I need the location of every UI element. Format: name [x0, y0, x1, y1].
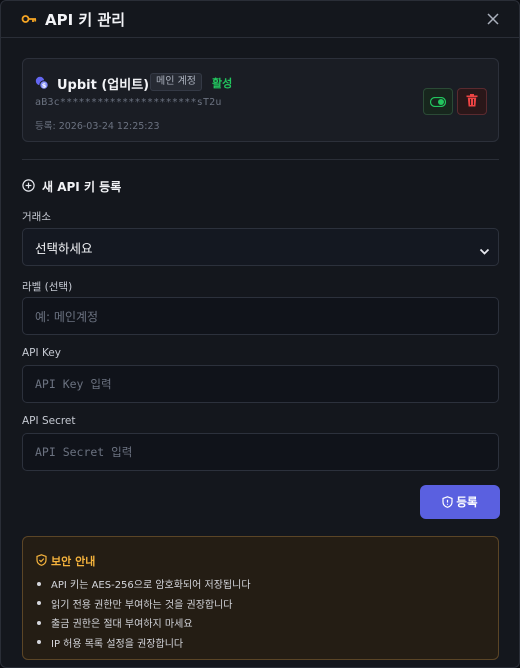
api-key-modal: API 키 관리 $ Upbit (업비트) 메인 계정 활성 aB3c****…	[0, 0, 520, 668]
registered-key-card: $ Upbit (업비트) 메인 계정 활성 aB3c*************…	[22, 58, 499, 142]
shield-icon	[442, 493, 454, 512]
status-badge: 활성	[212, 77, 233, 90]
list-item: IP 허용 목록 설정을 권장합니다	[37, 633, 251, 653]
api-key-label: API Key	[22, 347, 61, 359]
list-item: 읽기 전용 권한만 부여하는 것을 권장합니다	[37, 594, 251, 614]
register-button[interactable]: 등록	[420, 485, 500, 519]
account-badge: 메인 계정	[150, 73, 202, 91]
security-notice: 보안 안내 API 키는 AES-256으로 암호화되어 저장됩니다 읽기 전용…	[22, 536, 499, 660]
label-input-placeholder: 예: 메인계정	[35, 309, 99, 324]
notice-title-text: 보안 안내	[51, 554, 96, 568]
divider	[22, 159, 499, 160]
modal-title: API 키 관리	[45, 10, 126, 29]
api-key-input[interactable]: API Key 입력	[22, 365, 499, 403]
plus-circle-icon	[22, 177, 35, 196]
label-field-label: 라벨 (선택)	[22, 281, 73, 293]
masked-api-key: aB3c**********************sT2u	[35, 97, 222, 108]
list-item: 출금 권한은 절대 부여하지 마세요	[37, 613, 251, 633]
section-title-text: 새 API 키 등록	[42, 180, 122, 194]
svg-text:$: $	[42, 82, 47, 90]
modal-header: API 키 관리	[1, 1, 519, 38]
delete-key-button[interactable]	[457, 88, 487, 115]
list-item: API 키는 AES-256으로 암호화되어 저장됩니다	[37, 574, 251, 594]
api-secret-input[interactable]: API Secret 입력	[22, 433, 499, 471]
key-icon	[21, 11, 37, 27]
api-secret-input-placeholder: API Secret 입력	[35, 445, 133, 459]
exchange-select-value: 선택하세요	[35, 240, 93, 256]
label-input[interactable]: 예: 메인계정	[22, 297, 499, 335]
notice-list: API 키는 AES-256으로 암호화되어 저장됩니다 읽기 전용 권한만 부…	[37, 574, 251, 652]
exchange-name: Upbit (업비트)	[57, 78, 150, 93]
close-icon[interactable]	[485, 11, 501, 27]
coin-icon: $	[35, 75, 49, 90]
chevron-down-icon	[479, 242, 490, 261]
toggle-icon	[429, 92, 447, 111]
exchange-label: 거래소	[22, 211, 51, 223]
shield-icon	[36, 551, 47, 570]
api-secret-label: API Secret	[22, 415, 76, 427]
toggle-active-button[interactable]	[423, 88, 453, 115]
register-button-label: 등록	[456, 495, 478, 509]
trash-icon	[466, 92, 478, 111]
exchange-select[interactable]: 선택하세요	[22, 228, 499, 266]
new-key-section-title: 새 API 키 등록	[22, 177, 121, 196]
api-key-input-placeholder: API Key 입력	[35, 377, 112, 391]
notice-title: 보안 안내	[36, 551, 95, 570]
registered-date: 등록: 2026-03-24 12:25:23	[35, 121, 160, 132]
